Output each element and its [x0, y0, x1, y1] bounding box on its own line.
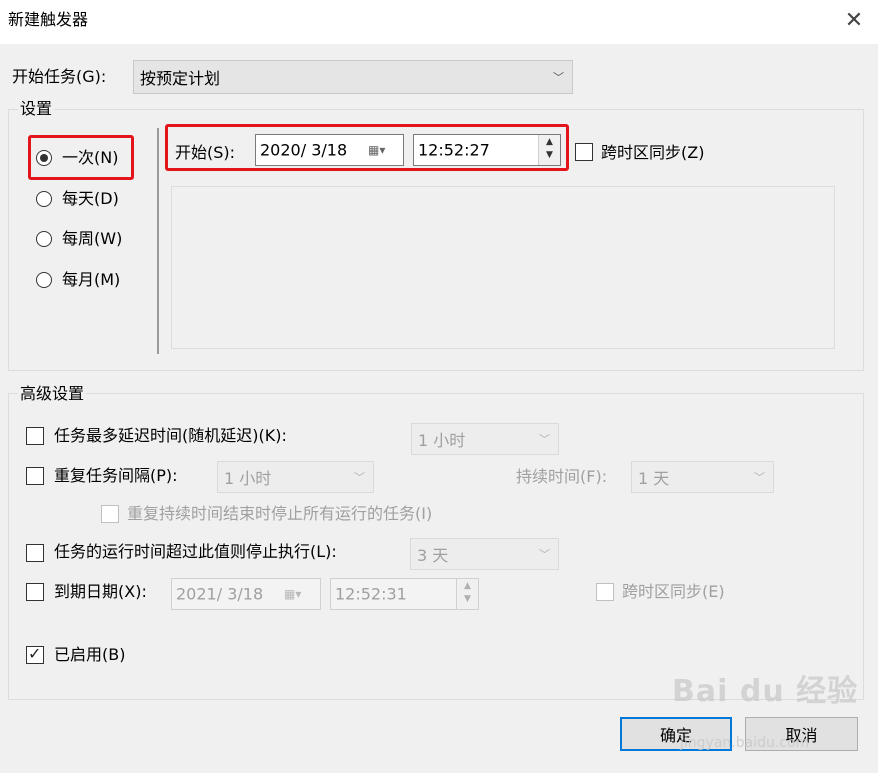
expire-label: 到期日期(X): — [54, 582, 147, 601]
enabled-label: 已启用(B) — [54, 645, 126, 664]
stop-all-label: 重复持续时间结束时停止所有运行的任务(I) — [127, 504, 433, 523]
schedule-options-panel — [171, 186, 835, 349]
calendar-icon[interactable]: ▦▾ — [368, 143, 385, 157]
duration-label: 持续时间(F): — [516, 467, 608, 486]
delay-checkbox[interactable] — [26, 427, 44, 445]
begin-task-value: 按预定计划 — [140, 69, 221, 88]
stop-if-label: 任务的运行时间超过此值则停止执行(L): — [54, 542, 337, 561]
sync-timezone-checkbox[interactable] — [575, 143, 593, 161]
chevron-down-icon: ﹀ — [553, 71, 564, 84]
expire-time-value: 12:52:31 — [335, 584, 407, 604]
chevron-down-icon: ﹀ — [754, 471, 765, 484]
start-time-spinner[interactable]: ▲ ▼ — [538, 135, 560, 165]
expire-checkbox[interactable] — [26, 583, 44, 601]
stop-all-checkbox[interactable] — [101, 505, 119, 523]
radio-weekly-label: 每周(W) — [62, 229, 123, 248]
expire-sync-checkbox[interactable] — [596, 583, 614, 601]
radio-monthly-label: 每月(M) — [62, 270, 121, 289]
spin-down-icon[interactable]: ▼ — [539, 150, 560, 160]
expire-date-picker[interactable]: 2021/ 3/18 ▦▾ — [171, 578, 321, 610]
start-label: 开始(S): — [175, 143, 236, 162]
stop-if-select[interactable]: 3 天 ﹀ — [410, 538, 559, 570]
settings-group-title: 设置 — [18, 99, 55, 119]
chevron-down-icon: ﹀ — [539, 433, 550, 446]
calendar-icon[interactable]: ▦▾ — [284, 587, 301, 601]
chevron-down-icon: ﹀ — [539, 548, 550, 561]
sync-timezone-label: 跨时区同步(Z) — [601, 143, 705, 162]
start-date-picker[interactable]: 2020/ 3/18 ▦▾ — [255, 134, 404, 166]
spin-down-icon[interactable]: ▼ — [457, 594, 478, 604]
watermark-url: jingyan.baidu.com — [680, 735, 810, 751]
watermark-logo: Bai du 经验 — [672, 674, 859, 709]
settings-divider — [157, 128, 159, 354]
begin-task-select[interactable]: 按预定计划 ﹀ — [133, 60, 573, 94]
radio-daily[interactable] — [36, 191, 52, 207]
delay-label: 任务最多延迟时间(随机延迟)(K): — [54, 426, 287, 445]
radio-once[interactable] — [36, 150, 52, 166]
expire-date-value: 2021/ 3/18 — [176, 584, 264, 604]
spin-up-icon[interactable]: ▲ — [457, 581, 478, 591]
enabled-checkbox[interactable] — [26, 644, 44, 664]
radio-monthly[interactable] — [36, 272, 52, 288]
expire-time-spinner[interactable]: ▲ ▼ — [456, 579, 478, 609]
start-time-picker[interactable]: 12:52:27 ▲ ▼ — [413, 134, 561, 166]
duration-value: 1 天 — [638, 469, 670, 488]
radio-daily-label: 每天(D) — [62, 189, 119, 208]
window-title: 新建触发器 — [8, 10, 89, 29]
close-icon[interactable]: ✕ — [842, 7, 866, 35]
spin-up-icon[interactable]: ▲ — [539, 137, 560, 147]
stop-if-value: 3 天 — [417, 546, 449, 565]
delay-value: 1 小时 — [418, 431, 466, 450]
start-date-value: 2020/ 3/18 — [260, 140, 348, 160]
duration-select[interactable]: 1 天 ﹀ — [631, 461, 774, 493]
expire-time-picker[interactable]: 12:52:31 ▲ ▼ — [330, 578, 479, 610]
repeat-select[interactable]: 1 小时 ﹀ — [217, 461, 374, 493]
begin-task-label: 开始任务(G): — [12, 67, 107, 86]
start-time-value: 12:52:27 — [418, 140, 490, 160]
expire-sync-label: 跨时区同步(E) — [622, 582, 725, 601]
repeat-checkbox[interactable] — [26, 467, 44, 485]
delay-select[interactable]: 1 小时 ﹀ — [411, 423, 559, 455]
repeat-label: 重复任务间隔(P): — [54, 466, 178, 485]
advanced-group-title: 高级设置 — [18, 384, 87, 404]
title-bar — [0, 0, 878, 44]
radio-weekly[interactable] — [36, 231, 52, 247]
stop-if-checkbox[interactable] — [26, 544, 44, 562]
chevron-down-icon: ﹀ — [354, 471, 365, 484]
radio-once-label: 一次(N) — [62, 148, 119, 167]
repeat-value: 1 小时 — [224, 469, 272, 488]
